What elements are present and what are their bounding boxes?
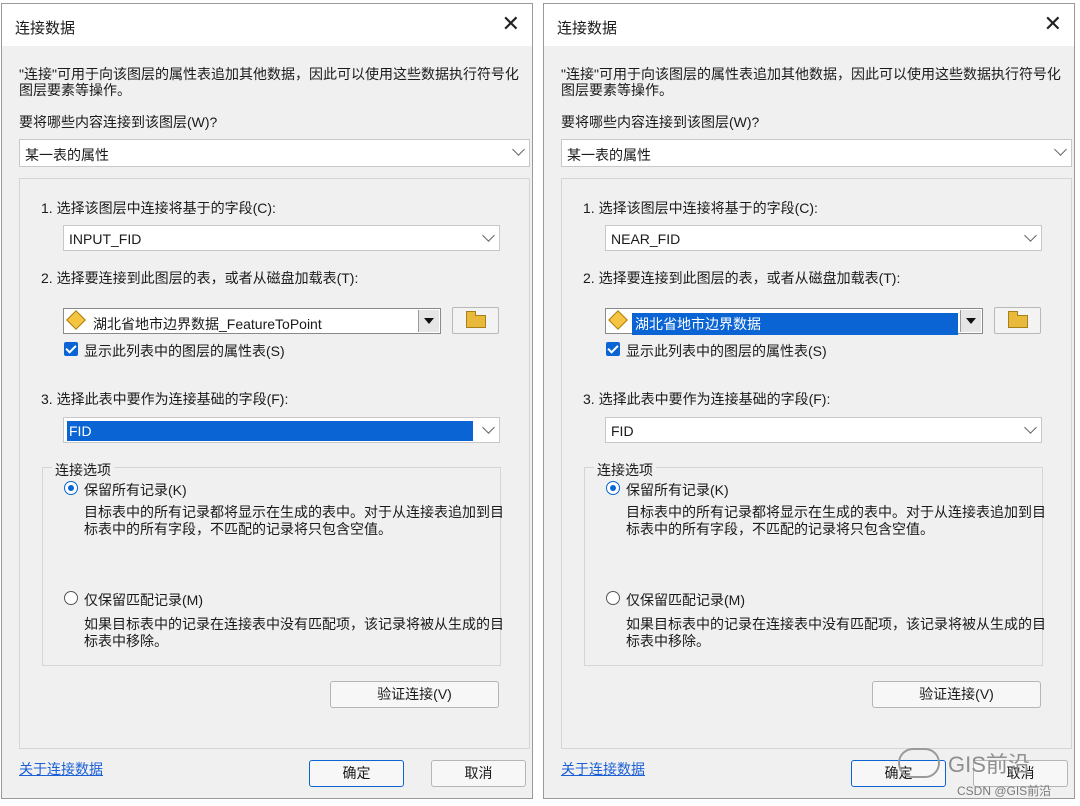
keep-matching-label: 仅保留匹配记录(M) [84, 592, 203, 608]
step1-label: 1. 选择该图层中连接将基于的字段(C): [583, 200, 818, 216]
step3-label: 3. 选择此表中要作为连接基础的字段(F): [41, 391, 289, 407]
layer-icon [66, 310, 86, 330]
chevron-down-icon [482, 421, 495, 434]
show-layers-checkbox[interactable] [606, 342, 620, 356]
validate-join-button[interactable]: 验证连接(V) [872, 681, 1041, 708]
step3-label: 3. 选择此表中要作为连接基础的字段(F): [583, 391, 831, 407]
wechat-icon [898, 748, 940, 778]
dropdown-arrow-icon[interactable] [960, 310, 981, 332]
open-folder-icon [466, 311, 486, 328]
join-type-value: 某一表的属性 [25, 147, 109, 163]
keep-matching-description: 如果目标表中的记录在连接表中没有匹配项，该记录将被从生成的目标表中移除。 [626, 616, 1046, 649]
keep-matching-radio[interactable] [64, 591, 78, 605]
join-table-value: 湖北省地市边界数据_FeatureToPoint [93, 316, 322, 332]
csdn-credit: CSDN @GIS前沿 [957, 784, 1052, 798]
keep-all-label: 保留所有记录(K) [626, 482, 729, 498]
browse-table-button[interactable] [994, 307, 1041, 334]
title-bar: 连接数据 ✕ [2, 4, 532, 46]
step2-label: 2. 选择要连接到此图层的表，或者从磁盘加载表(T): [41, 270, 359, 286]
about-joining-link[interactable]: 关于连接数据 [561, 759, 645, 779]
cancel-button[interactable]: 取消 [431, 760, 526, 787]
join-field-value: FID [67, 421, 473, 441]
join-field-select[interactable]: FID [605, 417, 1042, 443]
join-data-dialog-2: 连接数据 ✕ "连接"可用于向该图层的属性表追加其他数据，因此可以使用这些数据执… [543, 3, 1075, 799]
browse-table-button[interactable] [452, 307, 499, 334]
close-icon[interactable]: ✕ [502, 12, 520, 36]
join-table-select[interactable]: 湖北省地市边界数据_FeatureToPoint [63, 308, 441, 334]
join-table-select[interactable]: 湖北省地市边界数据 [605, 308, 983, 335]
join-type-value: 某一表的属性 [567, 147, 651, 163]
watermark: GIS前沿 [898, 744, 1070, 784]
step2-label: 2. 选择要连接到此图层的表，或者从磁盘加载表(T): [583, 270, 901, 286]
layer-field-value: INPUT_FID [69, 231, 142, 247]
join-table-value: 湖北省地市边界数据 [632, 313, 958, 335]
dialog-title: 连接数据 [15, 20, 76, 37]
chevron-down-icon [482, 229, 495, 242]
show-layers-label: 显示此列表中的图层的属性表(S) [84, 343, 285, 359]
about-joining-link[interactable]: 关于连接数据 [19, 759, 103, 779]
keep-all-label: 保留所有记录(K) [84, 482, 187, 498]
close-icon[interactable]: ✕ [1044, 12, 1062, 36]
ok-button[interactable]: 确定 [309, 760, 404, 787]
show-layers-label: 显示此列表中的图层的属性表(S) [626, 343, 827, 359]
join-field-select[interactable]: FID [63, 417, 500, 443]
step1-label: 1. 选择该图层中连接将基于的字段(C): [41, 200, 276, 216]
validate-join-button[interactable]: 验证连接(V) [330, 681, 499, 708]
keep-all-radio[interactable] [606, 481, 620, 495]
open-folder-icon [1008, 311, 1028, 328]
dropdown-arrow-icon[interactable] [418, 310, 439, 332]
watermark-brand: GIS前沿 [948, 752, 1030, 777]
join-type-question: 要将哪些内容连接到该图层(W)? [19, 114, 218, 130]
layer-field-select[interactable]: INPUT_FID [63, 225, 500, 251]
keep-all-description: 目标表中的所有记录都将显示在生成的表中。对于从连接表追加到目标表中的所有字段，不… [84, 504, 504, 537]
chevron-down-icon [1024, 229, 1037, 242]
join-type-question: 要将哪些内容连接到该图层(W)? [561, 114, 760, 130]
layer-field-value: NEAR_FID [611, 231, 681, 247]
show-layers-checkbox[interactable] [64, 342, 78, 356]
dialog-description: "连接"可用于向该图层的属性表追加其他数据，因此可以使用这些数据执行符号化图层要… [19, 66, 519, 98]
layer-icon [608, 310, 628, 330]
dialog-description: "连接"可用于向该图层的属性表追加其他数据，因此可以使用这些数据执行符号化图层要… [561, 66, 1061, 98]
title-bar: 连接数据 ✕ [544, 4, 1074, 46]
join-options-title: 连接选项 [594, 460, 656, 480]
chevron-down-icon [1024, 421, 1037, 434]
join-options-title: 连接选项 [52, 460, 114, 480]
join-field-value: FID [611, 423, 634, 439]
dialog-title: 连接数据 [557, 20, 618, 37]
join-type-select[interactable]: 某一表的属性 [19, 139, 530, 167]
join-data-dialog-1: 连接数据 ✕ "连接"可用于向该图层的属性表追加其他数据，因此可以使用这些数据执… [1, 3, 533, 799]
chevron-down-icon [512, 143, 525, 156]
layer-field-select[interactable]: NEAR_FID [605, 225, 1042, 251]
join-type-select[interactable]: 某一表的属性 [561, 139, 1072, 167]
keep-matching-description: 如果目标表中的记录在连接表中没有匹配项，该记录将被从生成的目标表中移除。 [84, 616, 504, 649]
keep-all-radio[interactable] [64, 481, 78, 495]
keep-all-description: 目标表中的所有记录都将显示在生成的表中。对于从连接表追加到目标表中的所有字段，不… [626, 504, 1046, 537]
keep-matching-radio[interactable] [606, 591, 620, 605]
chevron-down-icon [1054, 143, 1067, 156]
keep-matching-label: 仅保留匹配记录(M) [626, 592, 745, 608]
